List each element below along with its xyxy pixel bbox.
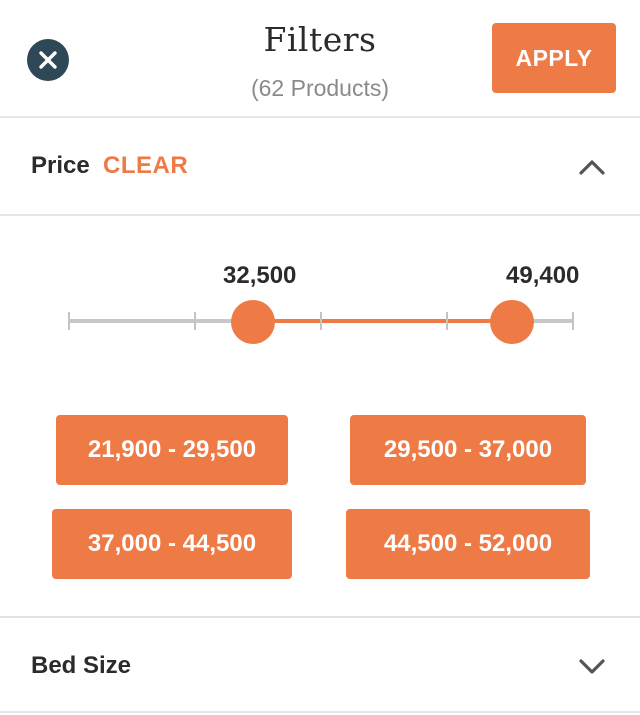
price-preset-button[interactable]: 37,000 - 44,500 <box>52 509 292 579</box>
price-min-value: 32,500 <box>223 262 297 289</box>
price-section-header[interactable]: Price CLEAR <box>0 120 640 216</box>
price-preset-button[interactable]: 21,900 - 29,500 <box>56 415 288 485</box>
slider-tick <box>194 312 196 330</box>
bed-size-section-header[interactable]: Bed Size <box>0 616 640 713</box>
bed-size-label: Bed Size <box>31 652 132 679</box>
chevron-up-icon[interactable] <box>578 154 606 182</box>
price-label: Price <box>31 152 90 179</box>
price-max-value: 49,400 <box>506 262 580 289</box>
slider-max-handle[interactable] <box>490 300 535 344</box>
price-range-slider[interactable] <box>68 300 574 344</box>
slider-tick <box>572 312 574 330</box>
slider-selected-range <box>252 319 513 323</box>
apply-button[interactable]: APPLY <box>492 23 616 93</box>
slider-min-handle[interactable] <box>230 300 275 344</box>
clear-price-button[interactable]: CLEAR <box>103 152 188 180</box>
slider-tick <box>320 312 322 330</box>
slider-tick <box>68 312 70 330</box>
price-preset-button[interactable]: 29,500 - 37,000 <box>350 415 586 485</box>
slider-tick <box>446 312 448 330</box>
price-preset-button[interactable]: 44,500 - 52,000 <box>346 509 590 579</box>
filters-header: Filters (62 Products) APPLY <box>0 0 640 118</box>
chevron-down-icon[interactable] <box>578 652 606 680</box>
